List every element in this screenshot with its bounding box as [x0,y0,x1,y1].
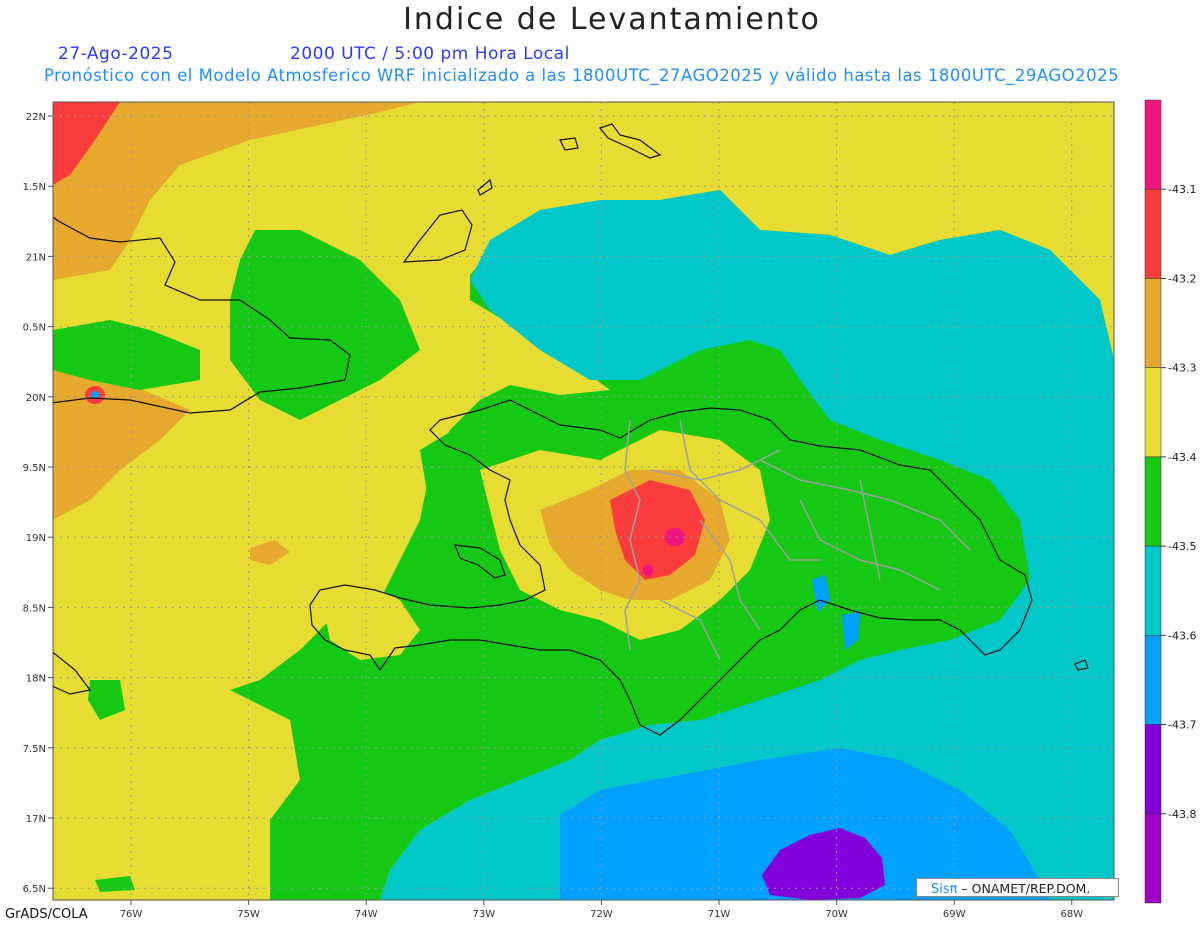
lifted-index-map: 76W 75W 74W 73W 72W 71W 70W 69W 68W 22N 1.5N 21N 0.… [23,99,1196,920]
credit-brand: Sisπ [931,882,958,897]
colorbar-swatch [1144,99,1162,190]
colorbar-label: -43.7 [1168,719,1196,732]
lon-label: 76W [120,909,143,920]
lon-label: 73W [472,909,495,920]
lon-label: 75W [237,909,260,920]
colorbar-label: -43.3 [1168,362,1196,375]
field-layer [53,102,1114,900]
lat-label: 22N [26,112,46,123]
latitude-labels: 22N 1.5N 21N 0.5N 20N 9.5N 19N 8.5N 18N 7.5N 17N 6.… [23,112,53,895]
lon-label: 74W [355,909,378,920]
lat-label: 21N [26,252,46,263]
lat-label: 17N [26,814,46,825]
lat-label: 1.5N [23,182,46,193]
colorbar-label: -43.6 [1168,629,1196,642]
lat-label: 19N [26,533,46,544]
colorbar-swatch [1144,635,1162,725]
field-magenta-core-2 [643,564,653,576]
field-magenta-core [665,528,685,546]
longitude-labels: 76W 75W 74W 73W 72W 71W 70W 69W 68W [120,900,1083,920]
colorbar-swatch [1144,724,1162,815]
colorbar-swatch [1144,367,1162,458]
colorbar-label: -43.2 [1168,272,1196,285]
colorbar-swatch [1144,188,1162,279]
lon-label: 69W [943,909,966,920]
lon-label: 70W [825,909,848,920]
lat-label: 18N [26,674,46,685]
credit-box: Sisπ – ONAMET/REP.DOM. [916,878,1119,897]
colorbar-swatch [1144,278,1162,368]
lon-label: 72W [590,909,613,920]
lat-label: 9.5N [23,463,46,474]
colorbar-label: -43.5 [1168,540,1196,553]
credit-text: – ONAMET/REP.DOM. [961,881,1091,896]
colorbar-label: -43.1 [1168,183,1196,196]
colorbar: -43.1 -43.2 -43.3 -43.4 -43.5 -43.6 -43.7 -43.8 [1144,99,1196,904]
lon-label: 71W [708,909,731,920]
colorbar-swatch [1144,456,1162,547]
lat-label: 0.5N [23,323,46,334]
colorbar-label: -43.8 [1168,808,1196,821]
lat-label: 6.5N [23,884,46,895]
colorbar-swatch [1144,813,1162,904]
lon-label: 68W [1060,909,1083,920]
colorbar-label: -43.4 [1168,451,1196,464]
lat-label: 7.5N [23,744,46,755]
grads-label: GrADS/COLA [5,907,88,922]
lat-label: 20N [26,393,46,404]
colorbar-swatch [1144,545,1162,636]
lat-label: 8.5N [23,603,46,614]
